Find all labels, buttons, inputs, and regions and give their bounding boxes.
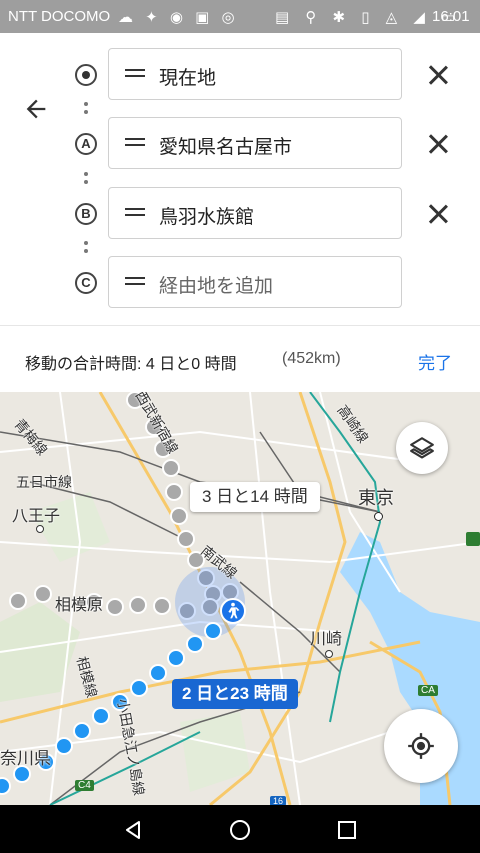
stop-b-value: 鳥羽水族館: [159, 207, 255, 228]
alternate-route-duration[interactable]: 3 日と14 時間: [190, 482, 320, 512]
remove-origin-close-icon[interactable]: [428, 65, 448, 85]
selected-route-duration[interactable]: 2 日と23 時間: [172, 679, 298, 709]
alternate-route-dot: [162, 459, 180, 477]
route-shield-c4: C4: [75, 780, 94, 791]
status-bar: NTT DOCOMO ☁ ✦ ◉ ▣ ◎ ▤ ⚲ ✱ ▯ ◬ ◢ ▭ 16:01: [0, 0, 480, 33]
selected-route-dot: [92, 707, 110, 725]
my-location-button[interactable]: [384, 709, 458, 783]
alternate-route-dot: [9, 592, 27, 610]
origin-marker-icon: [75, 64, 97, 86]
layers-icon: [410, 437, 434, 459]
map-label-hachioji: 八王子: [12, 508, 61, 525]
alternate-route-dot: [34, 585, 52, 603]
back-triangle-icon[interactable]: [122, 819, 144, 841]
selected-route-dot: [167, 649, 185, 667]
remove-stop-b-close-icon[interactable]: [428, 204, 448, 224]
back-arrow-icon[interactable]: [22, 95, 50, 123]
stop-b-field[interactable]: 鳥羽水族館: [108, 187, 402, 239]
trip-summary: 移動の合計時間: 4 日と0 時間 (452km) 完了: [0, 325, 480, 393]
navigation-bar: [0, 805, 480, 853]
stop-b-marker-icon: B: [75, 203, 97, 225]
route-shield-16: 16: [270, 796, 287, 805]
alternate-route-dot: [153, 597, 171, 615]
carrier-label: NTT DOCOMO: [8, 8, 111, 25]
kawasaki-station-dot: [325, 650, 333, 658]
stop-c-marker-icon: C: [75, 272, 97, 294]
map-label-kawasaki: 川崎: [310, 631, 343, 648]
route-dot: [84, 249, 88, 253]
stop-a-marker-icon: A: [75, 133, 97, 155]
selected-route-dot: [149, 664, 167, 682]
stop-a-value: 愛知県名古屋市: [159, 137, 293, 158]
selected-route-dot: [73, 722, 91, 740]
add-stop-field[interactable]: 経由地を追加: [108, 256, 402, 308]
total-time-label: 移動の合計時間: 4 日と0 時間: [25, 356, 237, 373]
clock: 16:01: [432, 8, 470, 25]
route-dot: [84, 241, 88, 245]
drag-handle-icon[interactable]: [125, 208, 145, 210]
stop-a-field[interactable]: 愛知県名古屋市: [108, 117, 402, 169]
route-dot: [84, 172, 88, 176]
route-dot: [84, 110, 88, 114]
route-dot: [84, 180, 88, 184]
drag-handle-icon[interactable]: [125, 69, 145, 71]
route-dot: [84, 102, 88, 106]
map-label-itsukaichi-line: 五日市線: [16, 474, 72, 490]
walking-person-icon: [220, 598, 246, 624]
map-label-sagamihara: 相模原: [55, 597, 104, 614]
layers-button[interactable]: [396, 422, 448, 474]
route-shield-ca: CA: [418, 685, 438, 696]
selected-route-dot: [204, 622, 222, 640]
alternate-route-dot: [106, 598, 124, 616]
add-stop-placeholder: 経由地を追加: [159, 276, 274, 297]
route-panel: 現在地 A 愛知県名古屋市 B 鳥羽水族館 C 経由地を追加: [0, 33, 480, 325]
alternate-route-dot: [165, 483, 183, 501]
alternate-route-dot: [177, 530, 195, 548]
total-distance: (452km): [282, 350, 341, 367]
map-view[interactable]: 青梅線 五日市線 八王子 相模原 南武線 高崎線 西武新宿線 東京 川崎 相模線…: [0, 392, 480, 805]
done-button[interactable]: 完了: [418, 349, 452, 374]
map-label-kanagawa: 奈川県: [0, 749, 51, 768]
map-badge-green: [466, 532, 480, 546]
home-circle-icon[interactable]: [229, 819, 251, 841]
selected-route-dot: [186, 635, 204, 653]
remove-stop-a-close-icon[interactable]: [428, 134, 448, 154]
drag-handle-icon[interactable]: [125, 277, 145, 279]
hachioji-station-dot: [36, 525, 44, 533]
notification-icons: ☁ ✦ ◉ ▣ ◎: [118, 9, 239, 26]
alternate-route-dot: [129, 596, 147, 614]
tokyo-station-dot: [374, 512, 383, 521]
origin-field[interactable]: 現在地: [108, 48, 402, 100]
alternate-route-dot: [170, 507, 188, 525]
drag-handle-icon[interactable]: [125, 138, 145, 140]
selected-route-dot: [130, 679, 148, 697]
origin-value: 現在地: [159, 68, 217, 89]
crosshair-icon: [408, 733, 434, 759]
map-label-tokyo: 東京: [358, 488, 394, 508]
recents-square-icon[interactable]: [336, 819, 358, 841]
selected-route-dot: [55, 737, 73, 755]
